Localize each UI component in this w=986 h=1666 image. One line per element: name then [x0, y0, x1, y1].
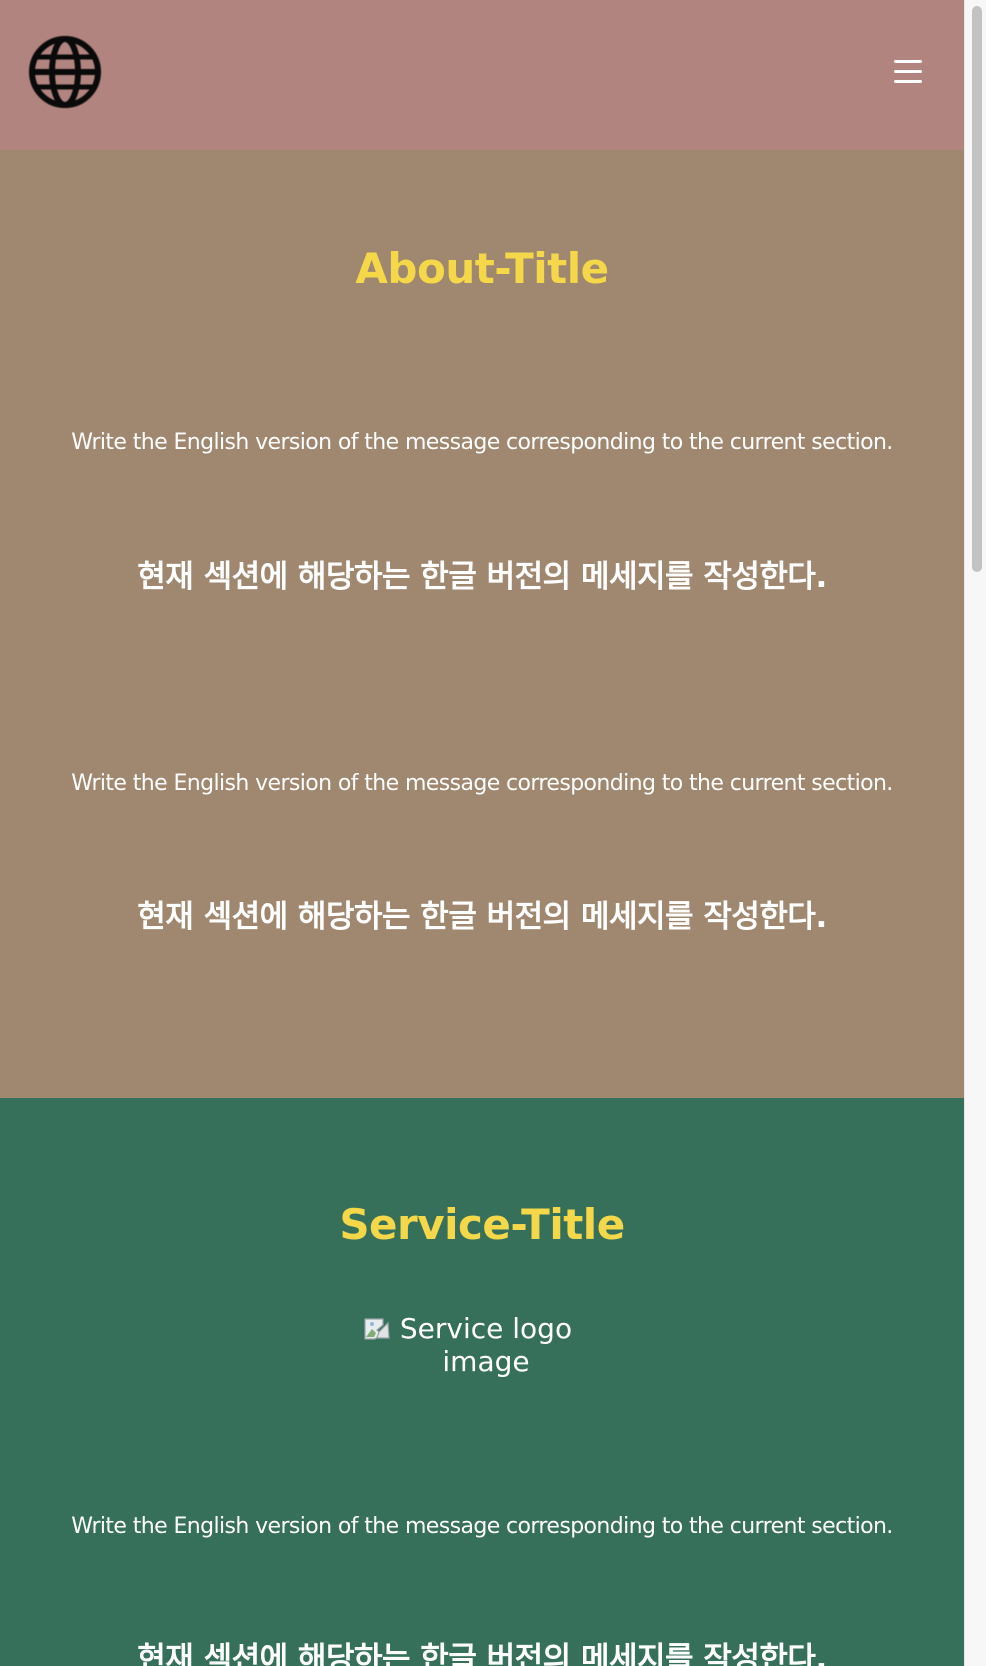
about-section: About-Title Write the English version of… [0, 150, 964, 1098]
about-message-korean-1: 현재 섹션에 해당하는 한글 버전의 메세지를 작성한다. [137, 559, 827, 595]
service-logo-alt-text: Service logo image [399, 1312, 573, 1378]
about-message-english-2: Write the English version of the message… [71, 771, 893, 796]
about-message-english-1: Write the English version of the message… [71, 430, 893, 455]
service-message-english: Write the English version of the message… [71, 1514, 893, 1539]
broken-image-icon [362, 1316, 392, 1342]
service-title: Service-Title [339, 1200, 625, 1249]
scrollbar-thumb[interactable] [972, 6, 982, 572]
hamburger-menu-icon[interactable] [890, 55, 926, 89]
service-message-korean: 현재 섹션에 해당하는 한글 버전의 메세지를 작성한다. [137, 1641, 827, 1666]
service-section: Service-Title Service logo image Write t… [0, 1098, 964, 1666]
menu-bar-middle [894, 70, 922, 73]
vertical-scrollbar[interactable] [964, 0, 986, 1666]
about-message-korean-2: 현재 섹션에 해당하는 한글 버전의 메세지를 작성한다. [137, 899, 827, 935]
page: About-Title Write the English version of… [0, 0, 964, 1666]
menu-bar-top [894, 60, 922, 63]
globe-icon[interactable] [28, 35, 102, 109]
service-logo-image: Service logo image [362, 1312, 602, 1382]
navbar [0, 0, 964, 150]
about-title: About-Title [355, 244, 609, 293]
menu-bar-bottom [894, 80, 922, 83]
